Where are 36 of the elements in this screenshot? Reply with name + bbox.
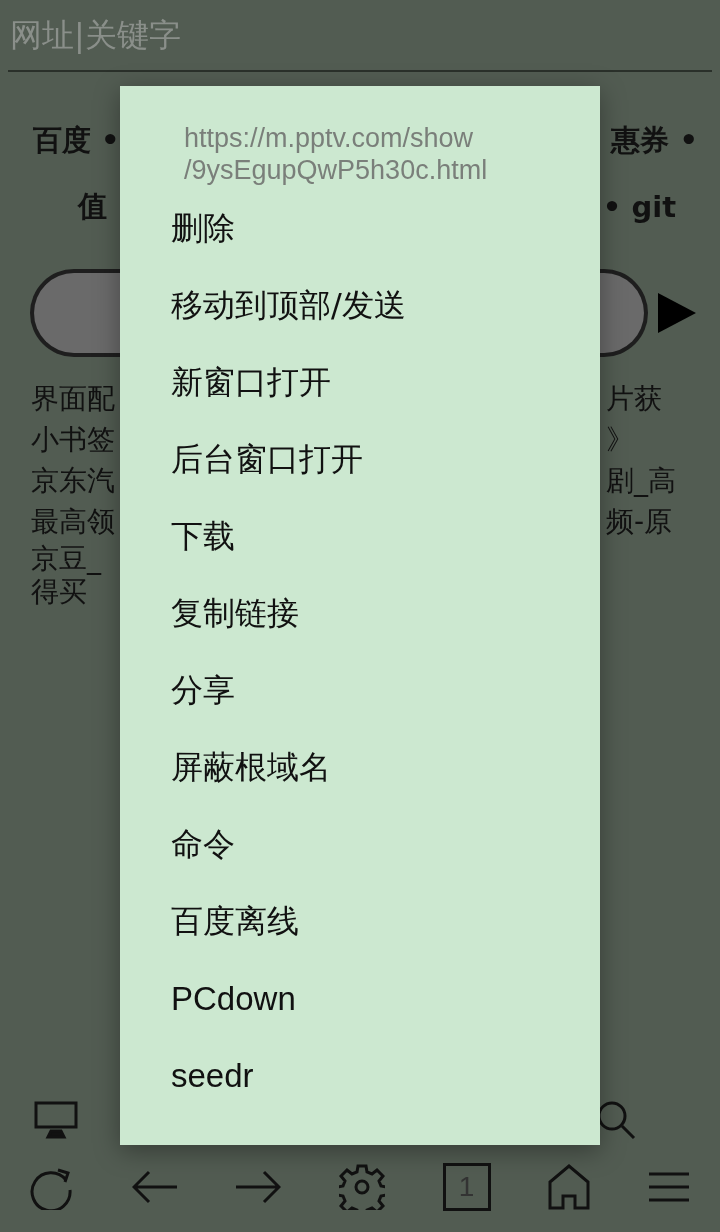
menu-item[interactable]: 百度离线 [171,883,299,960]
quick-link[interactable]: 百度 • [33,121,120,161]
settings-icon[interactable] [338,1164,385,1210]
quick-link[interactable]: 值 [78,187,107,227]
menu-item[interactable]: 新窗口打开 [171,344,331,421]
bookmark-link[interactable]: 界面配 [31,378,115,419]
bookmark-link[interactable]: 小书签 [31,419,115,460]
menu-item[interactable]: 后台窗口打开 [171,421,363,498]
address-field[interactable]: 网址|关键字 [8,0,712,72]
menu-item[interactable]: 删除 [171,190,235,267]
menu-item[interactable]: 复制链接 [171,575,299,652]
menu-item[interactable]: 屏蔽根域名 [171,729,331,806]
home-icon[interactable] [548,1164,591,1210]
search-pill-button[interactable] [30,269,120,357]
back-arrow-icon[interactable] [131,1170,178,1204]
menu-item[interactable]: 移动到顶部/发送 [171,267,406,344]
quick-link[interactable]: • git [602,190,676,224]
bookmark-link[interactable]: 频-原 [606,501,673,542]
menu-item[interactable]: PCdown [171,960,296,1037]
bookmark-link[interactable]: 京东汽 [31,460,115,501]
monitor-icon[interactable] [34,1101,78,1139]
bookmark-link[interactable]: 》 [606,419,634,460]
menu-item[interactable]: 命令 [171,806,235,883]
bookmark-link[interactable]: 片获 [606,378,662,419]
menu-item[interactable]: 分享 [171,652,235,729]
play-icon[interactable] [658,293,696,333]
bookmark-link[interactable]: 剧_高 [606,460,676,501]
bookmark-link[interactable]: 得买 [31,575,87,608]
forward-arrow-icon[interactable] [235,1170,282,1204]
menu-item[interactable]: seedr [171,1037,254,1114]
link-url: https://m.pptv.com/show /9ysEgupQwP5h30c.html [184,122,488,186]
menu-item[interactable]: 下载 [171,498,235,575]
menu-icon[interactable] [647,1172,690,1202]
bookmark-link[interactable]: 最高领 [31,501,115,542]
bookmark-link[interactable]: 京豆_ [31,542,101,575]
quick-link[interactable]: 惠券 • [611,121,698,161]
